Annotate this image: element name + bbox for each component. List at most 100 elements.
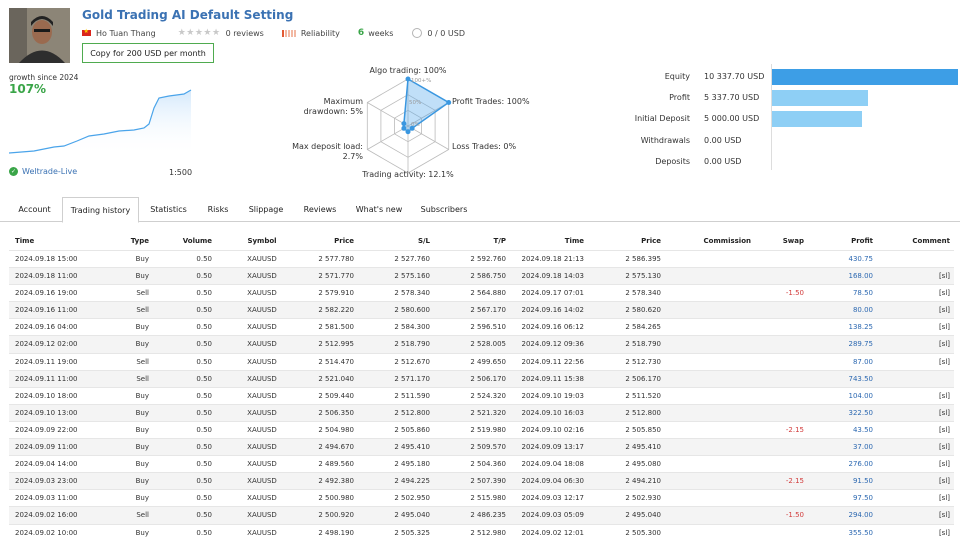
broker-link[interactable]: ✓ Weltrade-Live: [9, 167, 77, 176]
cell-type: Buy: [135, 443, 149, 452]
cell-comment: [sl]: [938, 494, 950, 503]
cell-time: 2024.09.03 23:00: [15, 477, 78, 486]
cell-type: Buy: [135, 528, 149, 537]
cell-close-time: 2024.09.03 12:17: [521, 494, 584, 503]
tab-reviews[interactable]: Reviews: [294, 197, 346, 222]
tab-subscribers[interactable]: Subscribers: [412, 197, 476, 222]
vietnam-flag-icon: [82, 28, 91, 36]
cell-sl: 2 584.300: [394, 323, 430, 332]
reviews-count[interactable]: 0 reviews: [226, 29, 264, 38]
cell-swap: [754, 354, 804, 371]
cell-price: 2 498.190: [318, 528, 354, 537]
cell-price: 2 577.780: [318, 255, 354, 263]
tab-whats-new[interactable]: What's new: [348, 197, 410, 222]
radar-point: [405, 76, 411, 82]
balance-axis: [771, 64, 772, 170]
cell-swap: [754, 371, 804, 388]
cell-time: 2024.09.04 14:00: [15, 460, 78, 469]
cell-close-time: 2024.09.10 19:03: [521, 391, 584, 400]
balance-value: 10 337.70 USD: [704, 72, 765, 81]
tab-risks[interactable]: Risks: [198, 197, 238, 222]
col-close-time[interactable]: Time: [514, 233, 584, 250]
cell-price: 2 492.380: [318, 477, 354, 486]
cell-swap: [754, 490, 804, 507]
cell-price: 2 581.500: [318, 323, 354, 332]
cell-profit: 78.50: [852, 289, 873, 298]
cell-sl: 2 518.790: [394, 340, 430, 349]
cell-close-time: 2024.09.17 07:01: [521, 289, 584, 298]
leverage: 1:500: [169, 168, 193, 177]
col-profit[interactable]: Profit: [809, 233, 873, 250]
col-type[interactable]: Type: [109, 233, 149, 250]
cell-close-price: 2 512.800: [625, 408, 661, 417]
cell-comment: [sl]: [938, 460, 950, 469]
cell-volume: 0.50: [196, 477, 212, 486]
cell-volume: 0.50: [196, 289, 212, 298]
tab-account[interactable]: Account: [9, 197, 60, 222]
table-row: 2024.09.10 13:00 Buy 0.50 XAUUSD 2 506.350 2 …: [9, 403, 954, 422]
cell-time: 2024.09.16 19:00: [15, 289, 78, 298]
cell-close-time: 2024.09.04 18:08: [521, 460, 584, 469]
cell-volume: 0.50: [196, 443, 212, 452]
col-close-price[interactable]: Price: [589, 233, 661, 250]
cell-comment: [sl]: [938, 408, 950, 417]
signal-title[interactable]: Gold Trading AI Default Setting: [82, 8, 293, 22]
col-symbol[interactable]: Symbol: [227, 233, 297, 250]
cell-volume: 0.50: [196, 340, 212, 349]
tab-trading-history[interactable]: Trading history: [62, 197, 139, 223]
cell-close-time: 2024.09.11 15:38: [521, 374, 584, 383]
cell-close-price: 2 505.300: [625, 528, 661, 537]
cell-profit: 97.50: [852, 494, 873, 503]
cell-comment: [sl]: [938, 323, 950, 332]
balance-bar: [772, 69, 958, 85]
cell-comment: [sl]: [938, 306, 950, 315]
col-time[interactable]: Time: [15, 233, 95, 250]
col-price[interactable]: Price: [289, 233, 354, 250]
cell-type: Buy: [135, 323, 149, 332]
table-row: 2024.09.04 14:00 Buy 0.50 XAUUSD 2 489.560 2 …: [9, 455, 954, 472]
cell-sl: 2 502.950: [394, 494, 430, 503]
col-sl[interactable]: S/L: [364, 233, 430, 250]
col-tp[interactable]: T/P: [439, 233, 506, 250]
table-row: 2024.09.11 19:00 Sell 0.50 XAUUSD 2 514.470 2…: [9, 352, 954, 371]
cell-tp: 2 567.170: [470, 306, 506, 315]
radar-point: [401, 125, 407, 131]
cell-commission: [669, 319, 751, 336]
cell-profit: 743.50: [848, 374, 874, 383]
cell-type: Buy: [135, 340, 149, 349]
col-comment[interactable]: Comment: [879, 233, 950, 250]
copy-signal-button[interactable]: Copy for 200 USD per month: [82, 43, 214, 63]
cell-swap: [754, 405, 804, 422]
col-swap[interactable]: Swap: [754, 233, 804, 250]
cell-type: Sell: [136, 289, 149, 298]
cell-close-time: 2024.09.04 06:30: [521, 477, 584, 486]
broker-name[interactable]: Weltrade-Live: [22, 167, 77, 176]
author-avatar[interactable]: [9, 8, 70, 63]
subscribers-funds-icon: [412, 28, 423, 38]
cell-volume: 0.50: [196, 272, 212, 281]
balance-label: Withdrawals: [640, 136, 690, 145]
tab-statistics[interactable]: Statistics: [141, 197, 196, 222]
cell-sl: 2 494.225: [394, 477, 430, 486]
growth-chart[interactable]: [9, 84, 194, 156]
balance-value: 5 337.70 USD: [704, 93, 760, 102]
cell-swap: [754, 388, 804, 405]
cell-sl: 2 512.670: [394, 357, 430, 366]
cell-tp: 2 499.650: [470, 357, 506, 366]
growth-area: [9, 90, 191, 156]
cell-swap: -2.15: [785, 477, 804, 486]
tab-slippage[interactable]: Slippage: [240, 197, 292, 222]
cell-close-price: 2 580.620: [625, 306, 661, 315]
col-volume[interactable]: Volume: [159, 233, 212, 250]
cell-swap: [754, 525, 804, 540]
reliability-bars-icon: [281, 29, 296, 37]
cell-commission: [669, 371, 751, 388]
cell-close-price: 2 495.410: [625, 443, 661, 452]
cell-sl: 2 495.040: [394, 511, 430, 520]
cell-profit: 294.00: [848, 511, 874, 520]
cell-close-price: 2 495.080: [625, 460, 661, 469]
radar-label-max-deposit-load: Max deposit load: 2.7%: [292, 142, 363, 161]
cell-comment: [sl]: [938, 511, 950, 520]
author-name[interactable]: Ho Tuan Thang: [96, 29, 156, 38]
col-commission[interactable]: Commission: [669, 233, 751, 250]
